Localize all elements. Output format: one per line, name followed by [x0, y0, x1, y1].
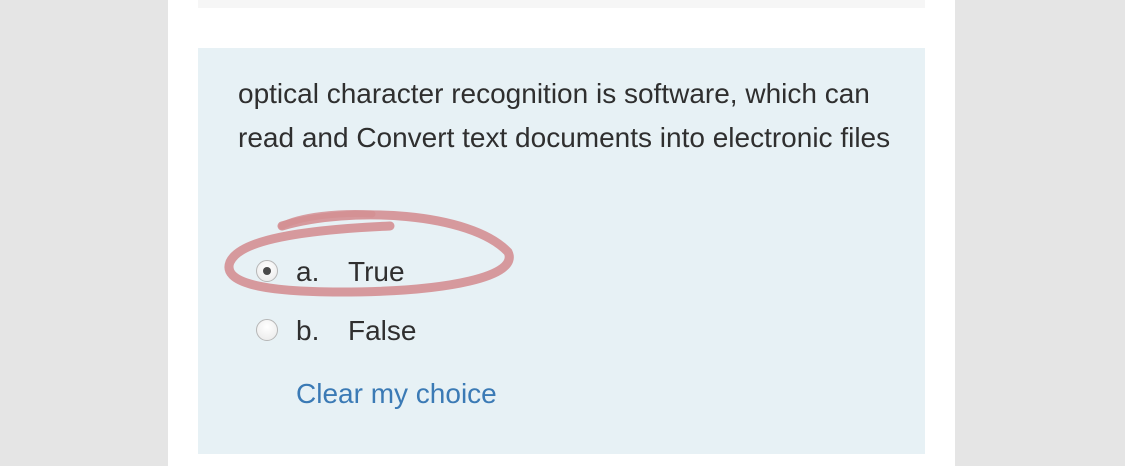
radio-option-a[interactable]: [256, 260, 278, 282]
page-card: optical character recognition is softwar…: [168, 0, 955, 466]
radio-option-b[interactable]: [256, 319, 278, 341]
question-text: optical character recognition is softwar…: [238, 78, 891, 153]
clear-choice-link[interactable]: Clear my choice: [296, 374, 497, 414]
option-label-true: True: [348, 256, 405, 287]
top-divider: [198, 0, 925, 8]
option-letter-a: a.: [296, 256, 320, 287]
option-label-false: False: [348, 315, 417, 346]
question-panel: optical character recognition is softwar…: [198, 48, 925, 454]
option-letter-b: b.: [296, 315, 320, 346]
